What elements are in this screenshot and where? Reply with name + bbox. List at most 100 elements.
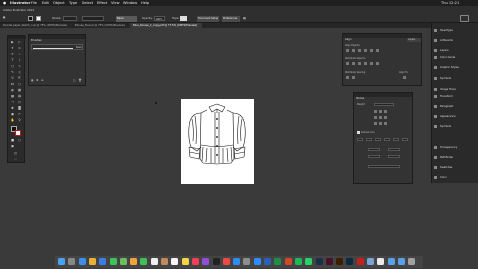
align-left-icon[interactable] [346,49,349,52]
dock-item-transparency[interactable]: Transparency [432,144,478,151]
dock-item-pathfinder[interactable]: Pathfinder [432,154,478,161]
dock-item-artboards[interactable]: Artboards [432,37,478,44]
corner-bevel-icon[interactable] [384,116,387,119]
distribute-hspace-icon[interactable] [352,76,355,79]
dashed-line-checkbox[interactable] [357,131,360,134]
stroke-color-swatch[interactable] [15,130,21,136]
distribute-hcenter-icon[interactable] [370,62,373,65]
distribute-left-icon[interactable] [364,62,367,65]
dock-item-symbols[interactable]: Symbols [432,75,478,82]
magic-wand-tool-icon[interactable]: ✦ [10,46,15,50]
start-arrowhead-field[interactable] [368,148,380,151]
dash-3-field[interactable] [393,138,399,141]
end-arrowhead-field[interactable] [388,148,400,151]
folder-icon[interactable] [387,258,395,265]
stroke-swatch[interactable] [36,16,41,21]
contacts-icon[interactable] [161,258,168,265]
stroke-weight-field[interactable] [63,16,77,21]
width-tool-icon[interactable]: ⋈ [10,82,15,86]
weight-field[interactable] [374,103,394,106]
mail-icon[interactable] [99,258,107,265]
pen-tool-icon[interactable]: ✒ [10,52,15,56]
cap-round-icon[interactable] [379,110,382,113]
dash-1-field[interactable] [357,138,363,141]
lasso-tool-icon[interactable]: ∞ [17,46,22,50]
search-icon[interactable] [460,15,469,22]
free-transform-tool-icon[interactable]: ▢ [17,82,22,86]
brush-definition-dropdown[interactable]: Basic [116,15,137,22]
word-icon[interactable] [264,258,271,265]
type-tool-icon[interactable]: T [10,58,15,62]
zoom-icon[interactable] [253,258,261,265]
distribute-right-icon[interactable] [376,62,379,65]
column-graph-tool-icon[interactable]: ▓ [17,106,22,110]
gap-1-field[interactable] [366,138,372,141]
gap-2-field[interactable] [384,138,390,141]
dock-item-image-trace[interactable]: Image Trace [432,86,478,93]
preview-icon[interactable] [367,258,374,265]
align-stroke-center-icon[interactable] [374,122,377,125]
podcasts-icon[interactable] [202,258,210,265]
tab-doodle-paper[interactable]: Doodle paper sketch_1.ai @ 75% (CMYK/Pre… [0,23,72,28]
perspective-grid-tool-icon[interactable]: ▦ [17,88,22,92]
dock-item-symbols-2[interactable]: Symbols [432,123,478,130]
safari-icon[interactable] [78,258,86,265]
start-scale-field[interactable] [368,155,380,158]
facetime-icon[interactable] [140,258,148,265]
whatsapp-icon[interactable] [305,258,313,265]
messages-icon[interactable] [109,258,117,265]
dock-item-transform[interactable]: Transform [432,93,478,100]
rectangle-tool-icon[interactable]: □ [10,64,15,68]
align-tab[interactable]: Align [345,38,352,42]
layers-tab[interactable]: Layers [407,38,421,42]
brush-actions-icon[interactable]: ▢ 🗑 [73,79,83,83]
gap-3-field[interactable] [402,138,408,141]
dock-item-appearance[interactable]: Appearance [432,113,478,120]
tab-blue-blouse[interactable]: Blue_blouse_2_copy.pdf @ 77.5% (CMYK/Pre… [130,23,202,28]
document-setup-button[interactable]: Document Setup [197,15,219,22]
color-mode-icon[interactable]: ■ [10,138,15,142]
reminders-icon[interactable] [171,258,179,265]
gradient-tool-icon[interactable]: ▤ [17,94,22,98]
powerpoint-icon[interactable] [284,258,292,265]
photoshop-icon[interactable] [315,258,323,265]
screen-mode-icon[interactable]: ◫ [13,151,18,155]
dock-item-opentype[interactable]: OpenType [432,27,478,34]
tools-panel-header[interactable] [8,36,26,39]
app-store-icon[interactable] [233,258,241,265]
textedit-icon[interactable] [377,258,385,265]
notes-icon[interactable] [181,258,189,265]
symbol-sprayer-tool-icon[interactable]: ✺ [10,106,15,110]
rotate-tool-icon[interactable]: ↻ [10,76,15,80]
align-to-selection-icon[interactable] [403,76,406,79]
cap-square-icon[interactable] [384,110,387,113]
news-icon[interactable] [222,258,230,265]
align-right-icon[interactable] [358,49,361,52]
slice-tool-icon[interactable]: ✂ [17,112,22,116]
downloads-icon[interactable] [397,258,405,265]
pencil-tool-icon[interactable]: ✎ [10,70,15,74]
excel-icon[interactable] [274,258,282,265]
curvature-tool-icon[interactable]: ∽ [17,52,22,56]
artboard[interactable] [181,99,254,184]
align-top-icon[interactable] [364,49,367,52]
maps-icon[interactable] [119,258,127,265]
artboard-tool-icon[interactable]: ▣ [10,112,15,116]
calendar-icon[interactable] [150,258,158,265]
dock-item-paragraph[interactable]: Paragraph [432,103,478,110]
eraser-tool-icon[interactable]: ▯ [17,70,22,74]
align-stroke-outside-icon[interactable] [384,122,387,125]
zoom-tool-icon[interactable]: ⚲ [17,118,22,122]
hand-tool-icon[interactable]: ✋ [10,118,15,122]
scale-tool-icon[interactable]: ⇱ [17,76,22,80]
paintbrush-tool-icon[interactable]: ∿ [17,64,22,68]
brush-list-item[interactable]: Basic [31,44,83,50]
indesign-icon[interactable] [325,258,333,265]
chrome-icon[interactable] [88,258,96,265]
mesh-tool-icon[interactable]: ▩ [10,94,15,98]
selection-tool-icon[interactable]: ▶ [10,40,15,44]
music-icon[interactable] [191,258,199,265]
acrobat-icon[interactable] [356,258,364,265]
graphic-style-swatch[interactable] [180,16,187,21]
align-hcenter-icon[interactable] [352,49,355,52]
